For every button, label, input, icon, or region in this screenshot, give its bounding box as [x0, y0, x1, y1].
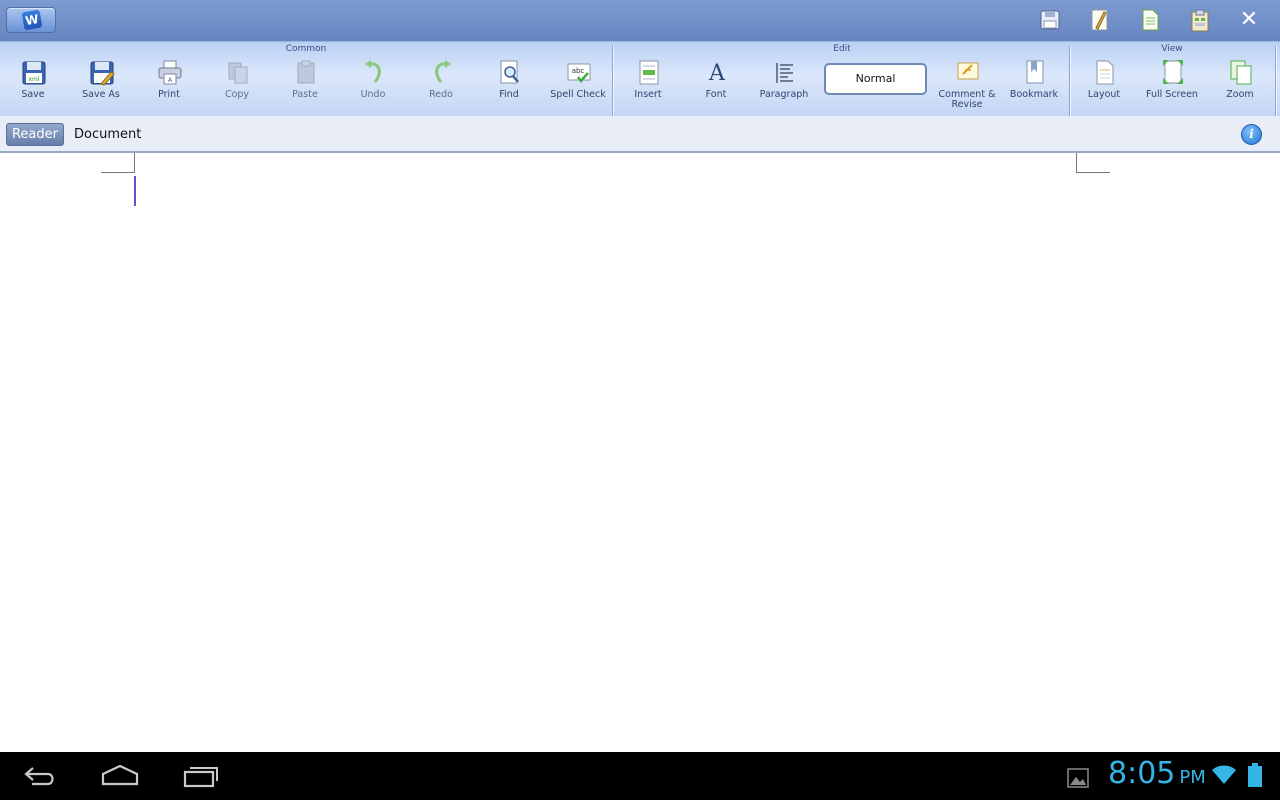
layout-icon	[1096, 60, 1114, 85]
layout-label: Layout	[1087, 89, 1121, 100]
zoom-button[interactable]: Zoom	[1208, 54, 1272, 114]
redo-icon	[435, 60, 451, 83]
bookmark-icon	[1026, 60, 1044, 84]
save-as-label: Save As	[82, 89, 120, 100]
group-label-common: Common	[285, 44, 327, 54]
comment-revise-label-line2: Revise	[951, 99, 983, 110]
undo-icon	[365, 60, 381, 83]
full-screen-label: Full Screen	[1146, 89, 1198, 100]
insert-button[interactable]: Insert	[616, 54, 680, 114]
paste-icon	[297, 60, 315, 84]
paragraph-label: Paragraph	[759, 89, 809, 100]
paragraph-style-select[interactable]: Normal	[824, 63, 927, 95]
edit-document-icon[interactable]	[1088, 8, 1112, 32]
group-separator	[612, 46, 613, 116]
wifi-icon	[1212, 765, 1236, 784]
print-button[interactable]: A Print	[137, 54, 201, 114]
quick-save-icon[interactable]	[1038, 8, 1062, 32]
new-document-icon[interactable]	[1138, 8, 1162, 32]
svg-text:abc: abc	[572, 67, 585, 75]
font-icon: A	[708, 61, 726, 86]
save-button[interactable]: xml Save	[1, 54, 65, 114]
recent-apps-icon[interactable]	[182, 762, 220, 790]
group-separator	[1069, 46, 1070, 116]
font-button[interactable]: A Font	[684, 54, 748, 114]
font-label: Font	[705, 89, 727, 100]
svg-text:xml: xml	[28, 76, 39, 83]
bookmark-button[interactable]: Bookmark	[1002, 54, 1066, 114]
comment-revise-button[interactable]: Comment & Revise	[935, 54, 999, 114]
layout-button[interactable]: Layout	[1072, 54, 1136, 114]
zoom-label: Zoom	[1226, 89, 1254, 100]
save-as-icon	[90, 61, 115, 86]
redo-label: Redo	[429, 89, 453, 100]
find-icon	[500, 60, 519, 84]
document-tab-bar: Reader Document i	[0, 116, 1280, 153]
clock-ampm: PM	[1179, 767, 1206, 788]
zoom-icon	[1230, 60, 1252, 85]
undo-label: Undo	[360, 89, 386, 100]
copy-label: Copy	[224, 89, 250, 100]
close-icon[interactable]: ✕	[1238, 8, 1260, 32]
spell-check-button[interactable]: abc Spell Check	[546, 54, 610, 114]
title-bar: W ✕	[0, 0, 1280, 41]
back-icon[interactable]	[22, 762, 58, 790]
undo-button[interactable]: Undo	[341, 54, 405, 114]
insert-icon	[639, 60, 659, 85]
spell-check-icon: abc	[567, 63, 591, 83]
system-navigation-bar: 8:05 PM	[0, 752, 1280, 800]
bookmark-label: Bookmark	[1009, 89, 1059, 100]
paste-button[interactable]: Paste	[273, 54, 337, 114]
document-canvas[interactable]	[0, 153, 1280, 752]
comment-revise-icon	[957, 62, 979, 80]
document-title: Document	[74, 127, 142, 142]
info-icon[interactable]: i	[1241, 124, 1262, 145]
paragraph-icon	[776, 63, 793, 83]
find-label: Find	[499, 89, 519, 100]
insert-label: Insert	[634, 89, 662, 100]
text-cursor	[134, 176, 136, 206]
home-icon[interactable]	[100, 762, 140, 790]
print-label: Print	[158, 89, 180, 100]
reader-mode-button[interactable]: Reader	[6, 123, 64, 146]
copy-button[interactable]: Copy	[205, 54, 269, 114]
save-label: Save	[21, 89, 45, 100]
margin-corner-top-right	[1076, 153, 1110, 173]
app-logo-icon: W	[21, 9, 43, 31]
copy-icon	[228, 62, 248, 84]
battery-icon	[1248, 763, 1262, 787]
clipboard-icon[interactable]	[1188, 8, 1212, 32]
spell-check-label: Spell Check	[550, 89, 606, 100]
group-label-edit: Edit	[833, 44, 851, 54]
gallery-notification-icon[interactable]	[1066, 764, 1090, 792]
clock-time: 8:05	[1108, 756, 1176, 791]
full-screen-icon	[1163, 60, 1183, 84]
find-button[interactable]: Find	[477, 54, 541, 114]
group-separator	[1275, 46, 1276, 116]
margin-corner-top-left	[101, 153, 135, 173]
save-as-button[interactable]: Save As	[69, 54, 133, 114]
app-menu-button[interactable]: W	[6, 7, 56, 33]
save-icon: xml	[22, 61, 46, 85]
comment-revise-label: Comment & Revise	[929, 90, 1005, 110]
printer-icon: A	[158, 60, 182, 85]
paragraph-button[interactable]: Paragraph	[752, 54, 816, 114]
full-screen-button[interactable]: Full Screen	[1140, 54, 1204, 114]
ribbon-toolbar: Common Edit View xml Save Save As A Prin…	[0, 41, 1280, 116]
status-clock: 8:05 PM	[1108, 756, 1206, 791]
svg-text:A: A	[708, 61, 726, 86]
group-label-view: View	[1161, 44, 1183, 54]
redo-button[interactable]: Redo	[409, 54, 473, 114]
paste-label: Paste	[292, 89, 318, 100]
